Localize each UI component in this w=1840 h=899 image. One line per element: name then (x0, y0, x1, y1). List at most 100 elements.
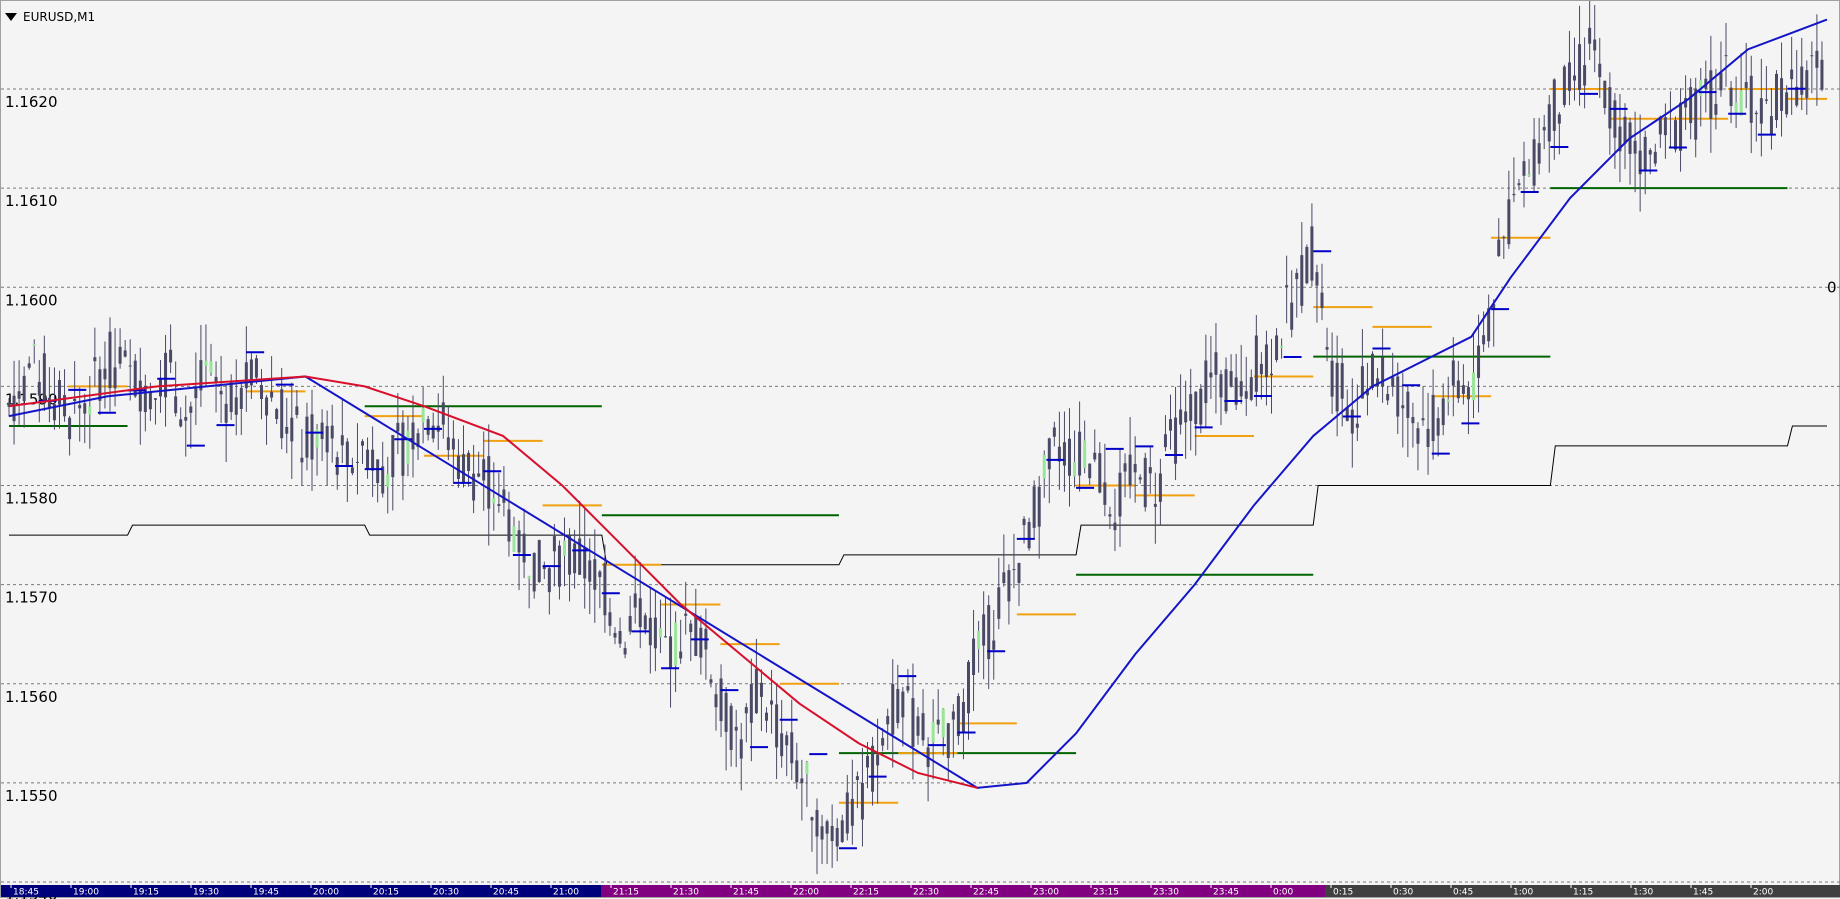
candle-body (1603, 80, 1607, 109)
candle-body (866, 755, 869, 768)
candle-body (310, 414, 314, 460)
time-axis-label: 1:30 (1633, 888, 1653, 898)
candle-body (1780, 78, 1784, 111)
candle-body (1623, 116, 1627, 144)
time-axis-label: 20:00 (313, 888, 339, 898)
time-axis-label: 22:30 (913, 888, 939, 898)
candle-body (992, 640, 996, 650)
candle-body (401, 422, 405, 476)
candle-body (1714, 103, 1718, 115)
candle-body (1239, 381, 1243, 397)
candle-body (674, 622, 678, 666)
candle-body (1179, 409, 1183, 425)
candle-body (871, 745, 875, 792)
candle-body (1062, 442, 1066, 466)
candle-body (658, 628, 662, 638)
candle-body (1583, 65, 1587, 86)
candle-body (88, 406, 92, 415)
candle-body (1482, 335, 1486, 345)
candle-body (1295, 272, 1299, 280)
candle-body (537, 540, 541, 582)
candle-body (825, 821, 829, 834)
candle-body (916, 716, 920, 736)
candle-body (1477, 345, 1481, 378)
candle-body (467, 452, 471, 471)
candle-body (1547, 104, 1551, 142)
candle-body (1073, 461, 1077, 477)
candle-body (1719, 72, 1723, 91)
candle-body (1300, 255, 1304, 306)
candle-body (123, 350, 127, 357)
time-axis-label: 20:45 (493, 888, 519, 898)
candle-body (714, 694, 718, 708)
candle-body (1608, 87, 1612, 129)
candle-body (1194, 391, 1198, 425)
candle-body (664, 636, 667, 638)
candle-body (1355, 423, 1359, 428)
candle-body (138, 380, 142, 412)
candle-body (901, 691, 905, 718)
candle-body (754, 668, 758, 714)
candle-body (1305, 246, 1309, 284)
dropdown-arrow-icon[interactable] (5, 13, 17, 21)
candle-body (1709, 70, 1713, 119)
time-axis-label: 19:00 (73, 888, 99, 898)
candle-body (795, 760, 799, 783)
candle-body (603, 563, 607, 616)
candle-body (32, 344, 36, 346)
candle-body (876, 754, 880, 766)
time-axis-label: 0:15 (1333, 888, 1353, 898)
candle-body (977, 630, 981, 650)
candle-body (103, 368, 107, 380)
candle-body (961, 701, 965, 732)
candle-body (1411, 417, 1415, 424)
candle-body (1759, 98, 1763, 124)
candle-body (1320, 292, 1324, 308)
time-axis-label: 21:30 (673, 888, 699, 898)
candle-body (623, 648, 627, 655)
candle-body (643, 615, 647, 630)
candle-body (280, 389, 284, 439)
candle-body (1461, 385, 1465, 394)
candle-body (684, 613, 688, 616)
candle-body (1153, 503, 1157, 507)
candle-body (265, 397, 269, 416)
chart-canvas[interactable]: 1.16201.16101.16001.15901.15801.15701.15… (1, 1, 1840, 899)
candle-body (1123, 463, 1127, 472)
candle-body (421, 408, 425, 423)
candle-body (17, 391, 21, 399)
candle-body (1209, 372, 1213, 378)
candle-body (1598, 63, 1602, 78)
candle-body (295, 406, 299, 415)
candle-body (487, 456, 491, 509)
candle-body (68, 417, 72, 440)
price-axis-label: 1.1620 (5, 93, 58, 111)
candle-body (446, 437, 450, 451)
candle-body (1815, 50, 1819, 68)
candle-body (1820, 59, 1824, 90)
candle-body (1078, 431, 1082, 476)
candle-body (532, 552, 536, 592)
candle-body (1764, 99, 1768, 101)
candle-body (1133, 463, 1137, 473)
candle-body (340, 435, 344, 446)
chart-title-bar: EURUSD,M1 (5, 7, 95, 27)
candle-body (300, 457, 304, 463)
candle-body (507, 509, 511, 542)
candle-body (502, 489, 506, 503)
candle-body (1552, 79, 1556, 131)
candle-body (1689, 87, 1693, 124)
candle-body (1174, 417, 1178, 464)
chart-window[interactable]: EURUSD,M1 1.1620 1.1610 1.1600 1.1590 1.1580… (0, 0, 1840, 899)
candle-body (345, 441, 349, 467)
candle-body (1163, 434, 1167, 448)
candle-body (1290, 302, 1294, 330)
candle-body (765, 712, 768, 721)
candle-body (1199, 388, 1203, 425)
candle-body (997, 587, 1001, 619)
candle-body (891, 684, 895, 735)
candle-body (911, 698, 915, 747)
candle-body (1805, 70, 1809, 98)
candle-body (628, 615, 632, 632)
candle-body (1739, 90, 1743, 116)
